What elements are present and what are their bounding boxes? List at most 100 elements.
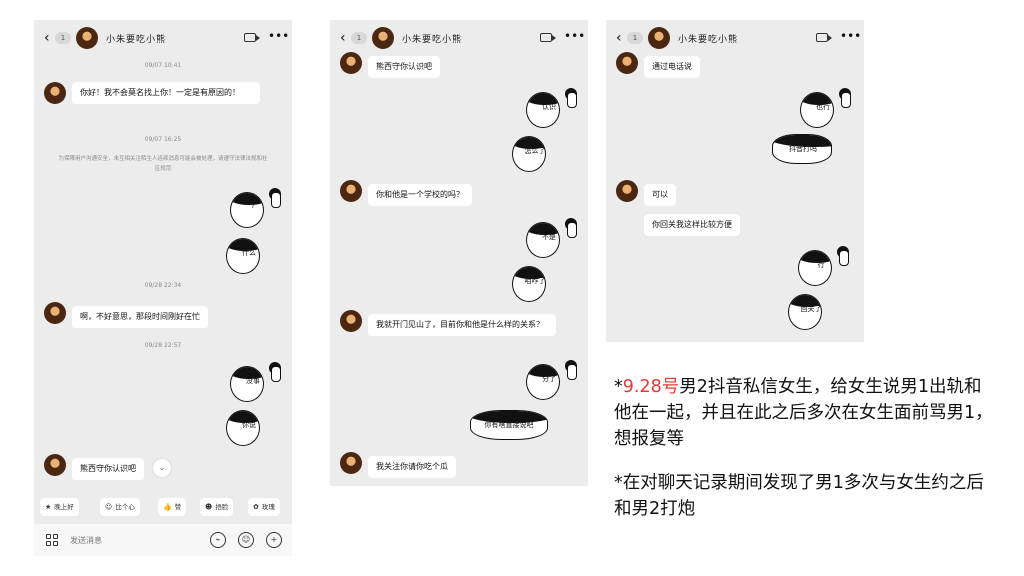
chat-screenshot-1: ‹ 1 小朱要吃小熊 ••• 09/07 10:41 你好！我不会莫名找上你！一… [34,20,292,556]
system-notice: 为保障用户沟通安全，未互相关注陌生人连续消息可能会被处理，请遵守法律法规和社区规… [58,156,268,172]
sticker-girl-icon [564,218,578,238]
caption-prefix: * [614,377,623,397]
contact-name[interactable]: 小朱要吃小熊 [678,32,738,45]
video-camera-icon[interactable] [244,33,260,42]
double-chevron-down-icon[interactable]: ⌄ [152,458,172,478]
message-bubble: 熊西守你认识吧 [72,458,144,480]
sticker-message: 行 [792,246,850,290]
video-camera-icon[interactable] [540,33,556,42]
sticker-text: 咱咋了 [524,277,546,285]
quick-reply-button[interactable]: ✿ 玫瑰 [248,498,280,516]
contact-avatar[interactable] [340,452,362,474]
quick-reply-button[interactable]: ★ 晚上好 [40,498,79,516]
chat-header: ‹ 1 小朱要吃小熊 ••• [606,20,864,56]
video-camera-icon[interactable] [816,33,832,42]
chevron-left-icon[interactable]: ‹ [44,31,50,45]
sticker-text: 你说 [242,421,256,429]
message-bubble: 我就开门见山了，目前你和他是什么样的关系？ [368,314,556,336]
quick-reply-label: 比个心 [115,503,135,511]
contact-avatar[interactable] [616,180,638,202]
sticker-message: 不是 [520,218,578,262]
sticker-text: 什么 [242,249,256,257]
message-input[interactable] [66,530,200,550]
quick-reply-label: 捂脸 [215,503,229,511]
contact-avatar[interactable] [372,27,394,49]
message-bubble: 通过电话说 [644,56,700,78]
contact-avatar[interactable] [76,27,98,49]
more-dots-icon[interactable]: ••• [268,29,289,43]
contact-name[interactable]: 小朱要吃小熊 [402,32,462,45]
sticker-girl-icon [268,362,282,382]
quick-reply-button[interactable]: 👍 赞 [158,498,187,516]
timestamp: 09/07 10:41 [144,62,182,69]
message-bubble: 可以 [644,184,676,206]
sticker-girl-icon [564,88,578,108]
contact-avatar[interactable] [44,302,66,324]
sticker-message: 你有啥直接说吧 [464,406,564,450]
contact-avatar[interactable] [340,310,362,332]
rose-icon: ✿ [253,503,259,511]
more-dots-icon[interactable]: ••• [840,29,861,43]
caption-text: 在对聊天记录期间发现了男1多次与女生约之后和男2打炮 [614,473,984,519]
unread-badge: 1 [55,32,71,44]
unread-badge: 1 [627,32,643,44]
caption-note-2: *在对聊天记录期间发现了男1多次与女生约之后和男2打炮 [614,470,998,522]
quick-reply-label: 晚上好 [54,503,74,511]
chevron-left-icon[interactable]: ‹ [340,31,346,45]
sticker-message: 怎么了 [506,132,564,176]
caption-date: 9.28号 [622,377,680,397]
sticker-girl-icon [268,188,282,208]
chat-screenshot-3: ‹ 1 小朱要吃小熊 ••• 通过电话说 也行 抖音打吗 可以 你回关我这样比较… [606,20,864,342]
contact-avatar[interactable] [616,52,638,74]
sticker-girl-icon [836,246,850,266]
chat-header: ‹ 1 小朱要吃小熊 ••• [34,20,292,56]
sticker-girl-icon [838,88,852,108]
star-icon: ★ [45,503,52,511]
sticker-message: 回关了 [782,290,840,334]
message-bubble: 你回关我这样比较方便 [644,214,740,236]
timestamp: 09/07 16:25 [144,136,182,143]
sticker-message: 什么 [220,234,278,278]
sticker-text: 回关了 [800,305,822,313]
contact-avatar[interactable] [44,82,66,104]
sticker-message: 没事 [224,362,282,406]
sticker-message: 分了 [520,360,578,404]
quick-reply-label: 玫瑰 [261,503,275,511]
voice-icon[interactable]: ⌁ [210,532,226,548]
heart-hand-icon: ☺ [105,503,113,511]
chevron-left-icon[interactable]: ‹ [616,31,622,45]
message-bubble: 啊，不好意思，那段时间刚好在忙 [72,306,208,328]
message-bubble: 你好！我不会莫名找上你！一定是有原因的！ [72,82,260,104]
caption-prefix: * [614,473,623,493]
message-bubble: 你和他是一个学校的吗？ [368,184,472,206]
unread-badge: 1 [351,32,367,44]
apps-grid-icon[interactable] [46,534,59,547]
facepalm-icon: ☻ [205,503,213,511]
timestamp: 09/28 22:57 [144,342,182,349]
contact-name[interactable]: 小朱要吃小熊 [106,32,166,45]
message-bubble: 我关注你请你吃个瓜 [368,456,456,478]
timestamp: 09/28 22:34 [144,282,182,289]
sticker-girl-icon [564,360,578,380]
sticker-message: 也行 [794,88,852,132]
contact-avatar[interactable] [340,180,362,202]
emoji-icon[interactable]: ☺ [238,532,254,548]
sticker-message: 认识 [520,88,578,132]
quick-reply-button[interactable]: ☻ 捂脸 [200,498,234,516]
thumbs-up-icon: 👍 [163,503,172,511]
quick-reply-label: 赞 [174,503,182,511]
sticker-text: 抖音打吗 [789,145,817,153]
contact-avatar[interactable] [44,454,66,476]
contact-avatar[interactable] [340,52,362,74]
chat-header: ‹ 1 小朱要吃小熊 ••• [330,20,588,56]
sticker-message: 你说 [220,406,278,450]
message-bubble: 熊西守你认识吧 [368,56,440,78]
contact-avatar[interactable] [648,27,670,49]
sticker-message: 抖音打吗 [766,130,846,174]
caption-note-1: *9.28号男2抖音私信女生，给女生说男1出轨和他在一起，并且在此之后多次在女生… [614,374,998,452]
sticker-text: 怎么了 [524,147,546,155]
sticker-message: 咱咋了 [506,262,564,306]
quick-reply-button[interactable]: ☺ 比个心 [100,498,140,516]
plus-icon[interactable]: + [266,532,282,548]
more-dots-icon[interactable]: ••• [564,29,585,43]
